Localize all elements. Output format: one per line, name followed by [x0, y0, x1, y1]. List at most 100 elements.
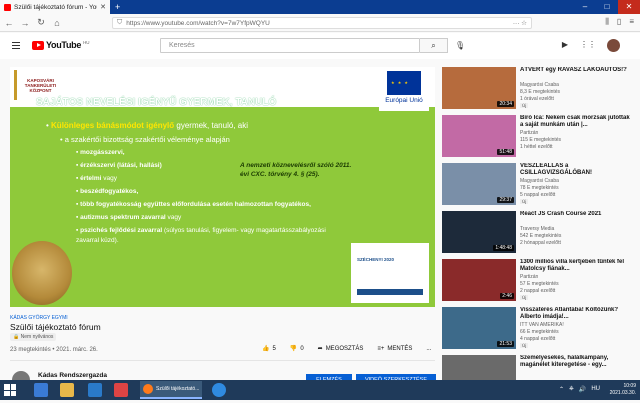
rec-title[interactable]: ÁTVERT egy RAVASZ LAKÓAUTÓS!? [520, 67, 632, 74]
video-thumbnail[interactable]: 29:37 [442, 163, 516, 205]
rec-title[interactable]: VÉSZLEÁLLÁS a CSILLAGVIZSGÁLÓBAN! [520, 163, 632, 177]
word-icon[interactable] [88, 383, 102, 397]
recommendation-item[interactable]: 21:53 Visszatérés Atlantába! Költözünk? … [442, 307, 634, 355]
close-window-button[interactable]: ✕ [618, 0, 640, 14]
clock-time: 10:09 [623, 383, 636, 389]
new-tab-button[interactable]: + [115, 2, 120, 12]
rec-title[interactable]: Személyesekés, halálkampány, magánélet k… [520, 355, 632, 369]
minimize-button[interactable]: – [574, 0, 596, 14]
start-button[interactable] [4, 384, 16, 396]
tab-title: Szülői tájékoztató fórum - YouTube [14, 3, 97, 11]
language-indicator[interactable]: HU [591, 386, 600, 393]
dislike-button[interactable]: 👎 0 [290, 345, 304, 353]
youtube-play-icon [32, 40, 44, 50]
video-thumbnail[interactable]: 20:34 [442, 67, 516, 109]
search-input[interactable]: Keresés [160, 38, 420, 53]
rec-time: 5 nappal ezelőtt [520, 192, 556, 198]
user-avatar[interactable] [607, 39, 620, 52]
rec-channel[interactable]: Magyarósi Csaba [520, 178, 559, 184]
rec-time: 1 órával ezelőtt [520, 96, 554, 102]
apps-icon[interactable]: ⋮⋮ [580, 40, 596, 49]
recommendation-item[interactable]: 51:48 Bíró Ica: Nekem csak morzsák jutot… [442, 115, 634, 163]
eu-label: Európai Unió [385, 97, 423, 104]
rec-time: 1 héttel ezelőtt [520, 144, 553, 150]
close-tab-icon[interactable]: ✕ [100, 3, 106, 11]
microphone-icon[interactable]: 🎙 [455, 41, 465, 50]
taskbar-firefox-window[interactable]: Szülői tájékoztató... [140, 381, 202, 399]
rec-title[interactable]: Bíró Ica: Nekem csak morzsák jutottak a … [520, 115, 632, 129]
video-thumbnail[interactable]: 21:53 [442, 307, 516, 349]
maximize-button[interactable]: □ [596, 0, 618, 14]
rec-channel[interactable]: Traversy Media [520, 226, 554, 232]
new-badge: Új [520, 199, 529, 204]
network-icon[interactable]: ⎈ [569, 386, 574, 393]
recommendation-item[interactable]: 20:34 ÁTVERT egy RAVASZ LAKÓAUTÓS!? Magy… [442, 67, 634, 115]
slide-bullet: ▪ beszédfogyatékos, [76, 188, 139, 195]
library-icon[interactable]: ⫼ [605, 17, 609, 27]
duration-badge: 1:48:48 [493, 245, 514, 251]
rec-time: 2 nappal ezelőtt [520, 288, 556, 294]
url-text[interactable]: https://www.youtube.com/watch?v=7w7YfpWQ… [126, 20, 270, 27]
video-thumbnail[interactable]: 1:48:48 [442, 211, 516, 253]
address-bar[interactable]: ⛉ https://www.youtube.com/watch?v=7w7Yfp… [112, 17, 532, 29]
divider [10, 360, 435, 361]
browser-tab[interactable]: Szülői tájékoztató fórum - YouTube ✕ [0, 0, 110, 14]
hamburger-menu-icon[interactable] [12, 42, 20, 49]
recommendation-item[interactable]: 1:48:48 React JS Crash Course 2021 Trave… [442, 211, 634, 259]
slide-lead-bold: Különleges bánásmódot igénylő [51, 121, 175, 130]
more-actions-button[interactable]: ... [426, 346, 431, 352]
rec-time: 4 nappal ezelőtt [520, 336, 556, 342]
recommendations-list: 20:34 ÁTVERT egy RAVASZ LAKÓAUTÓS!? Magy… [442, 67, 634, 403]
clock[interactable]: 10:09 2021.03.30. [610, 383, 636, 397]
search-button[interactable]: ⌕ [420, 38, 448, 53]
reload-icon[interactable]: ↻ [36, 17, 46, 28]
system-tray: ⌃ ⎈ 🔊 HU [559, 386, 600, 393]
chrome-icon[interactable] [114, 383, 128, 397]
youtube-logo[interactable]: YouTube HU [32, 40, 90, 50]
edge-icon[interactable] [34, 383, 48, 397]
slide-title: SAJÁTOS NEVELÉSI IGÉNYŰ GYERMEK, TANULÓ [36, 97, 277, 108]
new-badge: Új [520, 103, 529, 108]
duration-badge: 2:46 [500, 293, 514, 299]
rec-channel[interactable]: Partizán [520, 130, 538, 136]
chevron-up-icon[interactable]: ⌃ [559, 386, 564, 393]
rec-channel[interactable]: Magyarósi Csaba [520, 82, 559, 88]
slide-body: • Különleges bánásmódot igénylő gyermek,… [46, 121, 346, 246]
menu-icon[interactable]: ≡ [629, 17, 634, 27]
rec-views: 8,3 E megtekintés [520, 89, 561, 95]
recommendation-item[interactable]: 2:46 1300 milliós villa kertjében tűntek… [442, 259, 634, 307]
slide-lead-rest: gyermek, tanuló, aki [174, 121, 248, 130]
rec-time: 2 hónappal ezelőtt [520, 240, 561, 246]
rec-channel[interactable]: ITT VAN AMERIKA! [520, 322, 564, 328]
channel-name[interactable]: Kádas Rendszergazda [38, 372, 107, 379]
rec-title[interactable]: React JS Crash Course 2021 [520, 211, 632, 218]
rec-views: 78 E megtekintés [520, 185, 559, 191]
rec-channel[interactable]: Partizán [520, 274, 538, 280]
recommendation-item[interactable]: 29:37 VÉSZLEÁLLÁS a CSILLAGVIZSGÁLÓBAN! … [442, 163, 634, 211]
volume-icon[interactable]: 🔊 [579, 386, 586, 393]
sidebar-icon[interactable]: ▯ [617, 17, 621, 27]
save-button[interactable]: ≡+ MENTÉS [377, 346, 412, 352]
create-video-icon[interactable]: ▶ [562, 40, 568, 49]
hashtag-link[interactable]: KÁDAS GYÖRGY EGYMI [10, 315, 68, 321]
search-icon: ⌕ [431, 41, 436, 50]
page-actions-icon[interactable]: ··· ☆ [513, 19, 527, 27]
forward-icon[interactable]: → [20, 18, 30, 28]
file-explorer-icon[interactable] [60, 383, 74, 397]
video-thumbnail[interactable]: 2:46 [442, 259, 516, 301]
window-controls: – □ ✕ [574, 0, 640, 14]
rec-title[interactable]: 1300 milliós villa kertjében tűntek fel … [520, 259, 632, 273]
slide-bullet: ▪ pszichés fejlődési zavarral (súlyos ta… [76, 227, 326, 244]
back-icon[interactable]: ← [4, 18, 14, 28]
share-button[interactable]: ➦ MEGOSZTÁS [318, 345, 364, 353]
rec-views: 542 E megtekintés [520, 233, 562, 239]
edge-browser-icon[interactable] [212, 383, 226, 397]
new-badge: Új [520, 295, 529, 300]
rec-title[interactable]: Visszatérés Atlantába! Költözünk? Albert… [520, 307, 632, 321]
home-icon[interactable]: ⌂ [52, 18, 62, 28]
video-thumbnail[interactable]: 51:48 [442, 115, 516, 157]
duration-badge: 51:48 [497, 149, 514, 155]
shield-icon[interactable]: ⛉ [117, 19, 122, 27]
like-button[interactable]: 👍 5 [262, 345, 276, 353]
video-player[interactable]: KAPOSVÁRI TANKERÜLETI KÖZPONT Európai Un… [10, 67, 435, 307]
